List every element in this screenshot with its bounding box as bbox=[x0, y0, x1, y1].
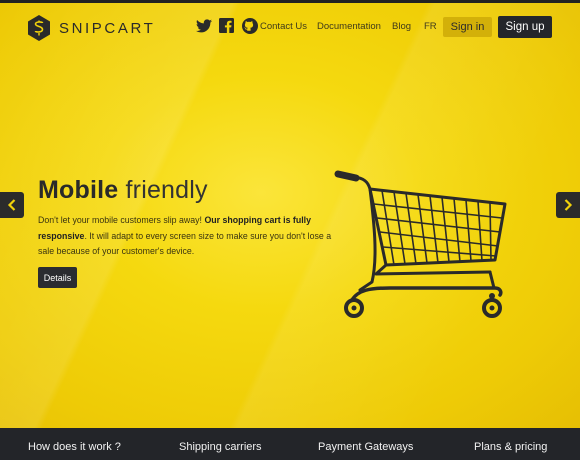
sign-up-button[interactable]: Sign up bbox=[498, 16, 552, 38]
footer-plans-pricing[interactable]: Plans & pricing bbox=[474, 441, 547, 453]
chevron-right-icon bbox=[564, 199, 573, 211]
details-button[interactable]: Details bbox=[38, 267, 77, 288]
brand-name: SNIPCART bbox=[59, 19, 156, 37]
chevron-left-icon bbox=[7, 199, 16, 211]
slide-description: Don't let your mobile customers slip awa… bbox=[38, 213, 338, 260]
logo[interactable]: SNIPCART bbox=[27, 14, 155, 42]
hero-banner: SNIPCART Contact Us Documentation Blog F… bbox=[0, 0, 580, 428]
twitter-icon[interactable] bbox=[195, 17, 212, 34]
headline-light: friendly bbox=[125, 176, 208, 204]
footer-nav: How does it work ? Shipping carriers Pay… bbox=[0, 428, 580, 460]
shopping-cart-icon bbox=[334, 170, 507, 318]
footer-payment-gateways[interactable]: Payment Gateways bbox=[318, 441, 413, 453]
carousel-prev-button[interactable] bbox=[0, 192, 24, 218]
footer-how-it-works[interactable]: How does it work ? bbox=[28, 441, 121, 453]
headline-bold: Mobile bbox=[38, 176, 119, 204]
nav-contact-us[interactable]: Contact Us bbox=[260, 21, 307, 32]
sign-in-button[interactable]: Sign in bbox=[443, 17, 492, 37]
desc-part1: Don't let your mobile customers slip awa… bbox=[38, 215, 205, 225]
top-border bbox=[0, 0, 580, 3]
nav-blog[interactable]: Blog bbox=[392, 21, 411, 32]
carousel-next-button[interactable] bbox=[556, 192, 580, 218]
nav-language-fr[interactable]: FR bbox=[424, 21, 437, 32]
slide-headline: Mobile friendly bbox=[38, 176, 208, 205]
facebook-icon[interactable] bbox=[218, 17, 235, 34]
footer-shipping-carriers[interactable]: Shipping carriers bbox=[179, 441, 262, 453]
nav-documentation[interactable]: Documentation bbox=[317, 21, 381, 32]
snipcart-logo-icon bbox=[28, 15, 50, 41]
social-links bbox=[195, 17, 258, 34]
github-icon[interactable] bbox=[241, 17, 258, 34]
